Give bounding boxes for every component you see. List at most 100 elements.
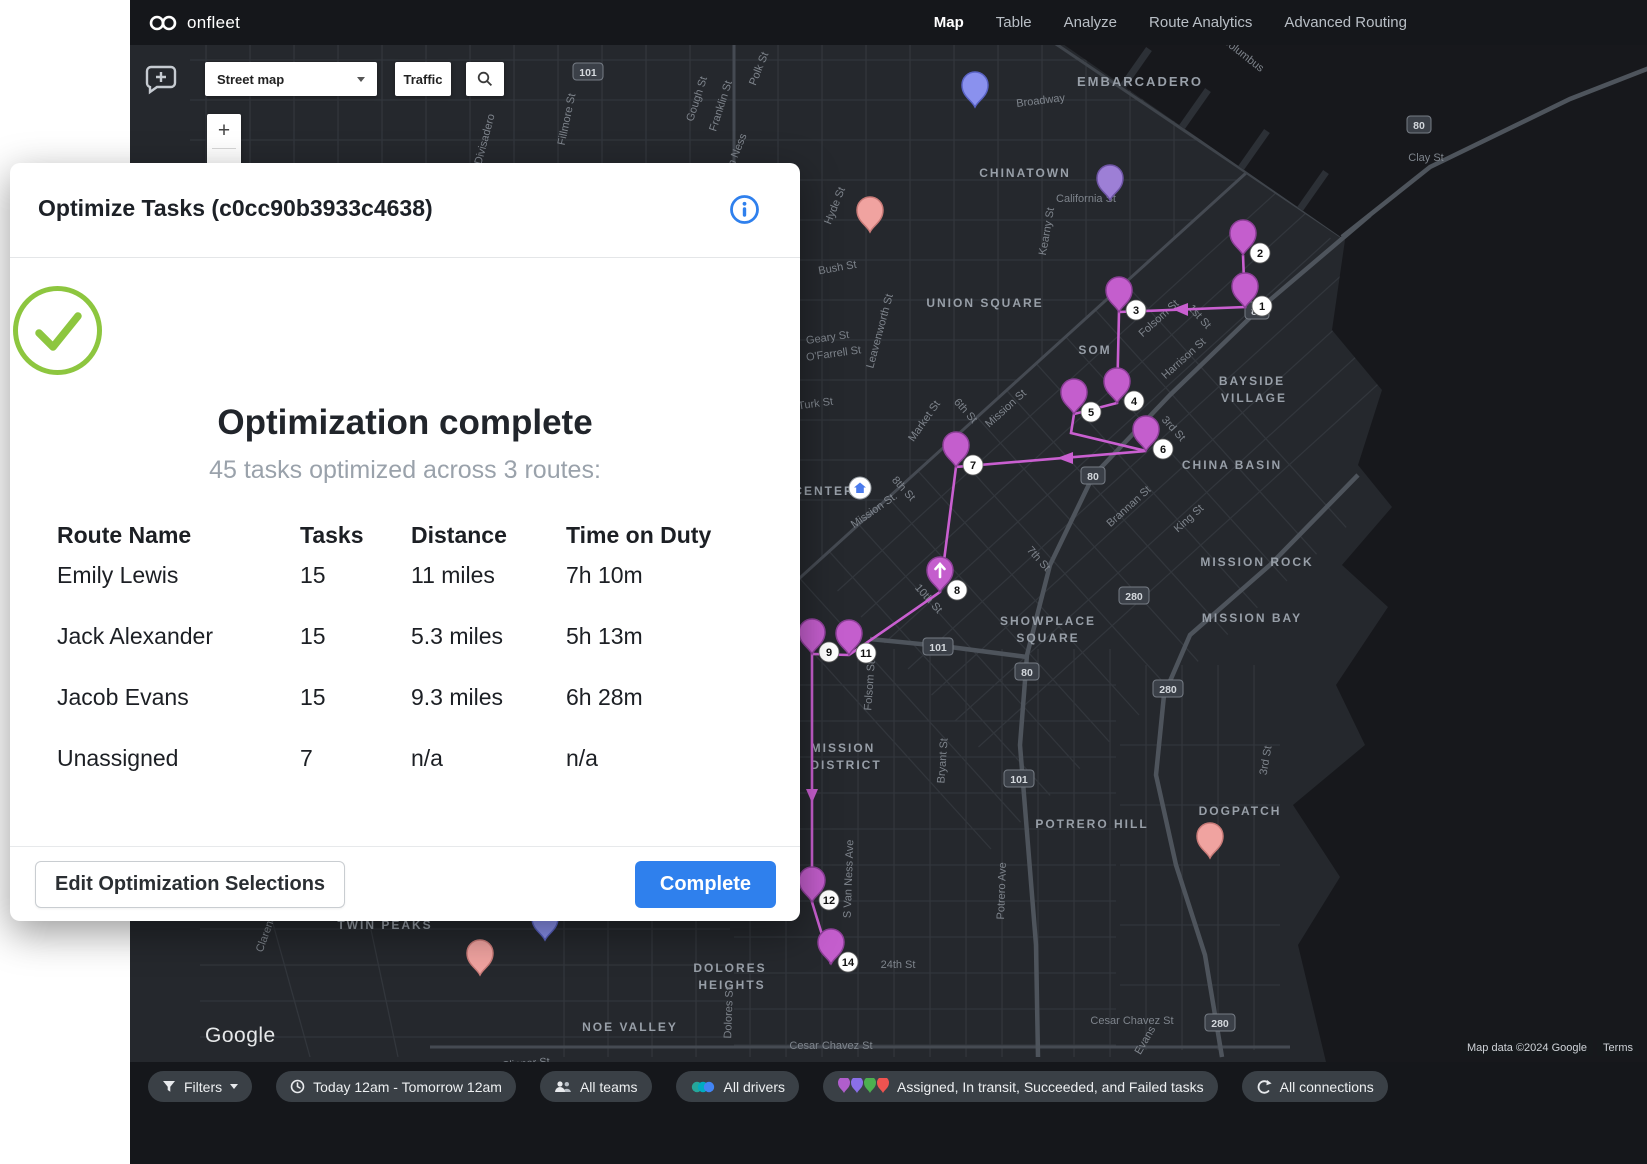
create-task-chat-button[interactable] xyxy=(144,63,178,97)
bottom-filter-bar: Filters Today 12am - Tomorrow 12am xyxy=(130,1062,1647,1164)
map-street-label: Clay St xyxy=(1408,152,1443,164)
complete-button[interactable]: Complete xyxy=(635,861,776,908)
duty-cell: 5h 13m xyxy=(566,623,756,684)
funnel-icon xyxy=(162,1080,176,1093)
highway-shield: 101 xyxy=(1004,770,1034,787)
map-street-label: Potrero Ave xyxy=(995,862,1009,920)
nav-table[interactable]: Table xyxy=(996,14,1032,31)
map-area-label: DOGPATCH xyxy=(1199,804,1282,818)
driver-dots-icon xyxy=(690,1080,716,1094)
svg-text:80: 80 xyxy=(1413,120,1425,132)
svg-text:101: 101 xyxy=(1010,774,1028,786)
map-street-label: Dolores St xyxy=(722,987,736,1039)
filters-button[interactable]: Filters xyxy=(148,1071,252,1102)
map-area-label: UNION SQUARE xyxy=(926,296,1043,310)
search-icon xyxy=(476,70,494,88)
map-street-label: Cesar Chavez St xyxy=(789,1040,872,1052)
routes-table: Route Name Tasks Distance Time on Duty E… xyxy=(57,522,756,806)
map-area-label: BAYSIDE xyxy=(1219,374,1285,388)
teams-label: All teams xyxy=(580,1079,638,1095)
route-name-cell: Unassigned xyxy=(57,745,300,806)
distance-cell: n/a xyxy=(411,745,566,806)
svg-text:101: 101 xyxy=(929,642,947,654)
optimize-tasks-modal: Optimize Tasks (c0cc90b3933c4638) Optimi… xyxy=(10,163,800,921)
svg-text:80: 80 xyxy=(1087,471,1099,483)
map-area-label: EMBARCADERO xyxy=(1077,74,1203,89)
info-icon[interactable] xyxy=(729,194,760,225)
col-route-name: Route Name xyxy=(57,522,300,562)
chevron-down-icon xyxy=(230,1084,238,1089)
drivers-label: All drivers xyxy=(724,1079,785,1095)
map-area-label: NOE VALLEY xyxy=(582,1020,678,1034)
highway-shield: 80 xyxy=(1015,663,1039,680)
table-row: Unassigned 7 n/a n/a xyxy=(57,745,756,806)
svg-text:12: 12 xyxy=(823,895,835,907)
route-name-cell: Jacob Evans xyxy=(57,684,300,745)
highway-shield: 101 xyxy=(573,63,603,80)
map-area-label: SOM xyxy=(1078,343,1111,357)
duty-cell: 7h 10m xyxy=(566,562,756,623)
connections-label: All connections xyxy=(1280,1079,1374,1095)
map-area-label: CENTER xyxy=(793,484,854,498)
drivers-filter-button[interactable]: All drivers xyxy=(676,1071,799,1102)
modal-header: Optimize Tasks (c0cc90b3933c4638) xyxy=(10,163,800,258)
terms-link[interactable]: Terms xyxy=(1597,1040,1639,1056)
traffic-toggle-button[interactable]: Traffic xyxy=(395,62,451,96)
duty-cell: 6h 28m xyxy=(566,684,756,745)
highway-shield: 101 xyxy=(923,638,953,655)
top-nav: Map Table Analyze Route Analytics Advanc… xyxy=(934,14,1407,31)
table-row: Emily Lewis 15 11 miles 7h 10m xyxy=(57,562,756,623)
zoom-in-button[interactable]: + xyxy=(207,114,241,148)
table-row: Jack Alexander 15 5.3 miles 5h 13m xyxy=(57,623,756,684)
table-row: Jacob Evans 15 9.3 miles 6h 28m xyxy=(57,684,756,745)
distance-cell: 11 miles xyxy=(411,562,566,623)
tasks-cell: 7 xyxy=(300,745,411,806)
traffic-label: Traffic xyxy=(403,72,442,87)
chevron-down-icon xyxy=(357,77,365,82)
distance-cell: 9.3 miles xyxy=(411,684,566,745)
google-logo[interactable]: Google xyxy=(205,1024,276,1048)
svg-text:3: 3 xyxy=(1133,305,1139,317)
routes-table-header-row: Route Name Tasks Distance Time on Duty xyxy=(57,522,756,562)
teams-filter-button[interactable]: All teams xyxy=(540,1071,652,1102)
optimization-status-subheading: 45 tasks optimized across 3 routes: xyxy=(10,456,800,485)
route-name-cell: Emily Lewis xyxy=(57,562,300,623)
nav-route-analytics[interactable]: Route Analytics xyxy=(1149,14,1252,31)
home-marker[interactable] xyxy=(849,477,871,499)
duty-cell: n/a xyxy=(566,745,756,806)
tasks-cell: 15 xyxy=(300,684,411,745)
map-area-label: POTRERO HILL xyxy=(1035,817,1148,831)
task-status-pins-icon xyxy=(837,1078,889,1095)
map-area-label: MISSION ROCK xyxy=(1200,555,1313,569)
svg-text:7: 7 xyxy=(970,460,976,472)
svg-text:5: 5 xyxy=(1088,407,1094,419)
highway-shield: 80 xyxy=(1081,467,1105,484)
date-range-button[interactable]: Today 12am - Tomorrow 12am xyxy=(276,1071,516,1102)
distance-cell: 5.3 miles xyxy=(411,623,566,684)
map-area-label: SHOWPLACE xyxy=(1000,614,1096,628)
map-search-button[interactable] xyxy=(466,62,504,96)
onfleet-logo[interactable]: onfleet xyxy=(148,13,240,33)
map-area-label: CHINA BASIN xyxy=(1182,458,1282,472)
map-street-label: Cesar Chavez St xyxy=(1090,1015,1173,1027)
svg-text:11: 11 xyxy=(860,648,872,660)
map-area-label: DISTRICT xyxy=(810,758,881,772)
filters-label: Filters xyxy=(184,1079,222,1095)
zoom-divider xyxy=(212,148,236,149)
date-range-label: Today 12am - Tomorrow 12am xyxy=(313,1079,502,1095)
modal-title: Optimize Tasks (c0cc90b3933c4638) xyxy=(38,195,433,222)
svg-text:6: 6 xyxy=(1160,444,1166,456)
modal-footer: Edit Optimization Selections Complete xyxy=(10,846,800,921)
map-type-select[interactable]: Street map xyxy=(205,62,377,96)
map-attribution: Map data ©2024 Google Terms xyxy=(1461,1040,1639,1056)
task-status-filter-button[interactable]: Assigned, In transit, Succeeded, and Fai… xyxy=(823,1071,1218,1102)
nav-map[interactable]: Map xyxy=(934,14,964,31)
svg-text:4: 4 xyxy=(1131,396,1138,408)
nav-analyze[interactable]: Analyze xyxy=(1064,14,1117,31)
nav-advanced-routing[interactable]: Advanced Routing xyxy=(1284,14,1407,31)
connections-filter-button[interactable]: All connections xyxy=(1242,1071,1388,1102)
chat-plus-icon xyxy=(144,63,178,97)
map-area-label: DOLORES xyxy=(693,961,766,975)
edit-optimization-button[interactable]: Edit Optimization Selections xyxy=(35,861,345,908)
tasks-cell: 15 xyxy=(300,562,411,623)
